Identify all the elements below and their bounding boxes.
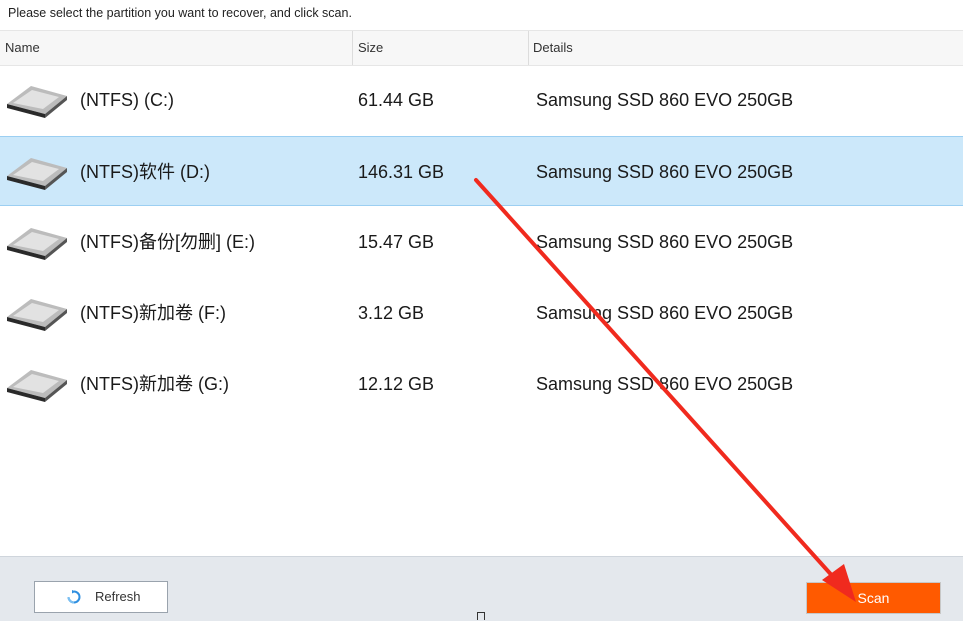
column-header-size[interactable]: Size	[358, 31, 383, 65]
column-header-details[interactable]: Details	[533, 31, 573, 65]
partition-size: 3.12 GB	[358, 303, 425, 323]
instruction-text: Please select the partition you want to …	[8, 6, 352, 20]
partition-details: Samsung SSD 860 EVO 250GB	[536, 232, 794, 252]
partition-name: (NTFS) (C:)	[80, 90, 174, 110]
partition-details: Samsung SSD 860 EVO 250GB	[536, 374, 794, 394]
partition-name: (NTFS)新加卷 (G:)	[80, 374, 229, 394]
partition-details: Samsung SSD 860 EVO 250GB	[536, 162, 794, 182]
partition-name: (NTFS)备份[勿删] (E:)	[80, 232, 255, 252]
partition-list: (NTFS) (C:) 61.44 GB Samsung SSD 860 EVO…	[0, 65, 963, 420]
partition-row[interactable]: (NTFS)新加卷 (G:) 12.12 GB Samsung SSD 860 …	[0, 349, 963, 419]
partition-details: Samsung SSD 860 EVO 250GB	[536, 90, 794, 110]
refresh-label: Refresh	[95, 589, 141, 604]
hard-drive-icon	[7, 228, 67, 260]
partition-name: (NTFS)新加卷 (F:)	[80, 303, 226, 323]
partition-name: (NTFS)软件 (D:)	[80, 162, 210, 182]
refresh-button[interactable]: Refresh	[34, 581, 168, 613]
column-divider[interactable]	[352, 31, 353, 65]
partition-size: 12.12 GB	[358, 374, 435, 394]
hard-drive-icon	[7, 158, 67, 190]
partition-row[interactable]: (NTFS)备份[勿删] (E:) 15.47 GB Samsung SSD 8…	[0, 207, 963, 277]
partition-size: 146.31 GB	[358, 162, 445, 182]
hard-drive-icon	[7, 299, 67, 331]
partition-size: 15.47 GB	[358, 232, 435, 252]
cursor-glyph-icon	[477, 612, 485, 620]
partition-row[interactable]: (NTFS) (C:) 61.44 GB Samsung SSD 860 EVO…	[0, 65, 963, 135]
hard-drive-icon	[7, 370, 67, 402]
column-divider[interactable]	[528, 31, 529, 65]
table-header: Name Size Details	[0, 30, 963, 66]
scan-button[interactable]: Scan	[806, 582, 941, 614]
partition-row[interactable]: (NTFS)新加卷 (F:) 3.12 GB Samsung SSD 860 E…	[0, 278, 963, 348]
refresh-icon	[67, 590, 81, 604]
partition-details: Samsung SSD 860 EVO 250GB	[536, 303, 794, 323]
partition-row-selected[interactable]: (NTFS)软件 (D:) 146.31 GB Samsung SSD 860 …	[0, 136, 963, 206]
hard-drive-icon	[7, 86, 67, 118]
partition-size: 61.44 GB	[358, 90, 435, 110]
column-header-name[interactable]: Name	[5, 31, 40, 65]
